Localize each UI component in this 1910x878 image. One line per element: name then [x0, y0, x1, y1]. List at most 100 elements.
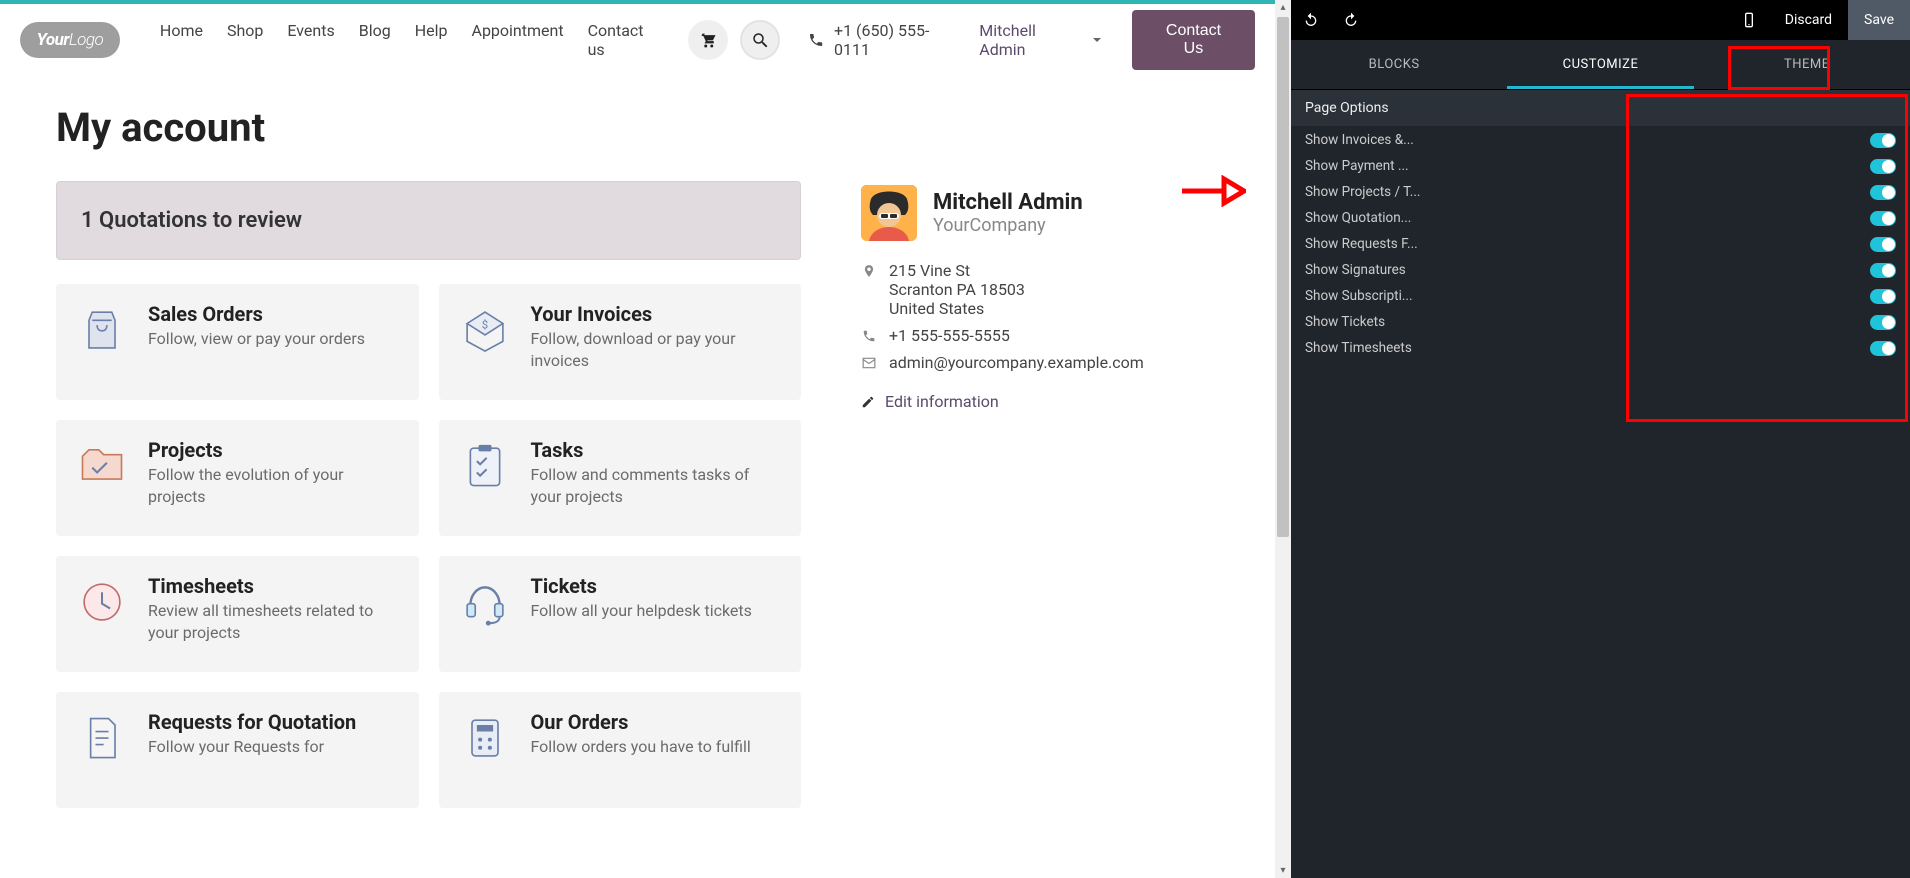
- pencil-icon: [861, 395, 875, 409]
- card-projects[interactable]: Projects Follow the evolution of your pr…: [56, 420, 419, 536]
- folder-icon: [74, 438, 130, 494]
- scrollbar-thumb[interactable]: [1277, 17, 1289, 537]
- pin-icon: [862, 264, 876, 278]
- phone-icon: [862, 329, 876, 343]
- toggle-show-signatures[interactable]: [1870, 263, 1896, 278]
- phone-icon: [808, 32, 824, 48]
- quotations-review-banner[interactable]: 1 Quotations to review: [56, 181, 801, 260]
- scroll-down-icon[interactable]: ▾: [1280, 863, 1285, 878]
- clipboard-check-icon: [457, 438, 513, 494]
- headset-icon: [457, 574, 513, 630]
- profile-email: admin@yourcompany.example.com: [889, 353, 1144, 372]
- user-name: Mitchell Admin: [979, 21, 1086, 59]
- toggle-show-requests[interactable]: [1870, 237, 1896, 252]
- redo-icon: [1343, 12, 1359, 28]
- card-tickets[interactable]: Tickets Follow all your helpdesk tickets: [439, 556, 802, 672]
- option-label: Show Quotation...: [1305, 210, 1411, 226]
- contact-us-button[interactable]: Contact Us: [1132, 10, 1255, 70]
- account-cards-grid: Sales Orders Follow, view or pay your or…: [56, 284, 801, 808]
- card-title: Tasks: [531, 438, 782, 462]
- option-show-requests: Show Requests F...: [1305, 236, 1896, 252]
- option-show-invoices: Show Invoices &...: [1305, 132, 1896, 148]
- address-line2: Scranton PA 18503: [889, 280, 1025, 299]
- phone-row: +1 555-555-5555: [861, 326, 1219, 345]
- card-timesheets[interactable]: Timesheets Review all timesheets related…: [56, 556, 419, 672]
- nav-shop[interactable]: Shop: [215, 13, 275, 67]
- card-desc: Follow and comments tasks of your projec…: [531, 464, 782, 509]
- edit-information-link[interactable]: Edit information: [861, 392, 1219, 411]
- website-preview: YourLogo Home Shop Events Blog Help Appo…: [0, 0, 1275, 878]
- avatar: [861, 185, 917, 241]
- search-icon: [751, 31, 769, 49]
- profile-company: YourCompany: [933, 215, 1083, 236]
- invoice-icon: $: [457, 302, 513, 358]
- tab-theme[interactable]: THEME: [1704, 40, 1910, 89]
- card-tasks[interactable]: Tasks Follow and comments tasks of your …: [439, 420, 802, 536]
- main-nav: Home Shop Events Blog Help Appointment C…: [148, 13, 676, 67]
- clock-icon: [74, 574, 130, 630]
- option-show-tickets: Show Tickets: [1305, 314, 1896, 330]
- email-row: admin@yourcompany.example.com: [861, 353, 1219, 372]
- card-desc: Follow all your helpdesk tickets: [531, 600, 752, 622]
- header-phone: +1 (650) 555-0111: [808, 21, 965, 59]
- redo-button[interactable]: [1331, 0, 1371, 40]
- toggle-show-subscriptions[interactable]: [1870, 289, 1896, 304]
- card-title: Requests for Quotation: [148, 710, 356, 734]
- card-title: Timesheets: [148, 574, 399, 598]
- toggle-show-invoices[interactable]: [1870, 133, 1896, 148]
- nav-events[interactable]: Events: [275, 13, 346, 67]
- nav-home[interactable]: Home: [148, 13, 215, 67]
- card-your-invoices[interactable]: $ Your Invoices Follow, download or pay …: [439, 284, 802, 400]
- user-dropdown[interactable]: Mitchell Admin: [969, 13, 1112, 67]
- save-button[interactable]: Save: [1848, 0, 1910, 40]
- tab-customize[interactable]: CUSTOMIZE: [1497, 40, 1703, 89]
- card-desc: Follow the evolution of your projects: [148, 464, 399, 509]
- toggle-show-projects[interactable]: [1870, 185, 1896, 200]
- card-requests-for-quotation[interactable]: Requests for Quotation Follow your Reque…: [56, 692, 419, 808]
- mobile-preview-button[interactable]: [1729, 0, 1769, 40]
- mobile-icon: [1741, 12, 1757, 28]
- option-label: Show Tickets: [1305, 314, 1385, 330]
- card-desc: Follow, view or pay your orders: [148, 328, 365, 350]
- calculator-icon: [457, 710, 513, 766]
- site-header: YourLogo Home Shop Events Blog Help Appo…: [0, 4, 1275, 84]
- nav-appointment[interactable]: Appointment: [460, 13, 576, 67]
- cart-icon: [699, 31, 717, 49]
- toggle-show-tickets[interactable]: [1870, 315, 1896, 330]
- nav-help[interactable]: Help: [403, 13, 460, 67]
- nav-blog[interactable]: Blog: [347, 13, 403, 67]
- card-desc: Follow, download or pay your invoices: [531, 328, 782, 373]
- undo-button[interactable]: [1291, 0, 1331, 40]
- website-editor-panel: Discard Save BLOCKS CUSTOMIZE THEME Page…: [1291, 0, 1910, 878]
- option-show-subscriptions: Show Subscripti...: [1305, 288, 1896, 304]
- card-sales-orders[interactable]: Sales Orders Follow, view or pay your or…: [56, 284, 419, 400]
- nav-contact-us[interactable]: Contact us: [576, 13, 677, 67]
- scroll-up-icon[interactable]: ▴: [1280, 0, 1285, 15]
- page-title: My account: [56, 104, 1219, 151]
- option-label: Show Projects / T...: [1305, 184, 1420, 200]
- logo[interactable]: YourLogo: [20, 22, 120, 58]
- card-title: Your Invoices: [531, 302, 782, 326]
- card-title: Tickets: [531, 574, 752, 598]
- card-our-orders[interactable]: Our Orders Follow orders you have to ful…: [439, 692, 802, 808]
- tab-blocks[interactable]: BLOCKS: [1291, 40, 1497, 89]
- profile-phone: +1 555-555-5555: [889, 326, 1010, 345]
- logo-text-bold: Your: [37, 30, 69, 50]
- option-label: Show Subscripti...: [1305, 288, 1413, 304]
- search-button[interactable]: [740, 20, 780, 60]
- scrollbar[interactable]: ▴ ▾: [1275, 0, 1291, 878]
- address-line1: 215 Vine St: [889, 261, 1025, 280]
- toggle-show-payment[interactable]: [1870, 159, 1896, 174]
- editor-toolbar: Discard Save: [1291, 0, 1910, 40]
- option-show-signatures: Show Signatures: [1305, 262, 1896, 278]
- svg-text:$: $: [481, 317, 487, 331]
- header-phone-number: +1 (650) 555-0111: [834, 21, 965, 59]
- discard-button[interactable]: Discard: [1769, 0, 1848, 40]
- undo-icon: [1303, 12, 1319, 28]
- toggle-show-quotation[interactable]: [1870, 211, 1896, 226]
- toggle-show-timesheets[interactable]: [1870, 341, 1896, 356]
- account-content: My account 1 Quotations to review Sales …: [0, 84, 1275, 848]
- cart-button[interactable]: [688, 20, 728, 60]
- page-options-header: Page Options: [1291, 90, 1910, 126]
- card-title: Sales Orders: [148, 302, 365, 326]
